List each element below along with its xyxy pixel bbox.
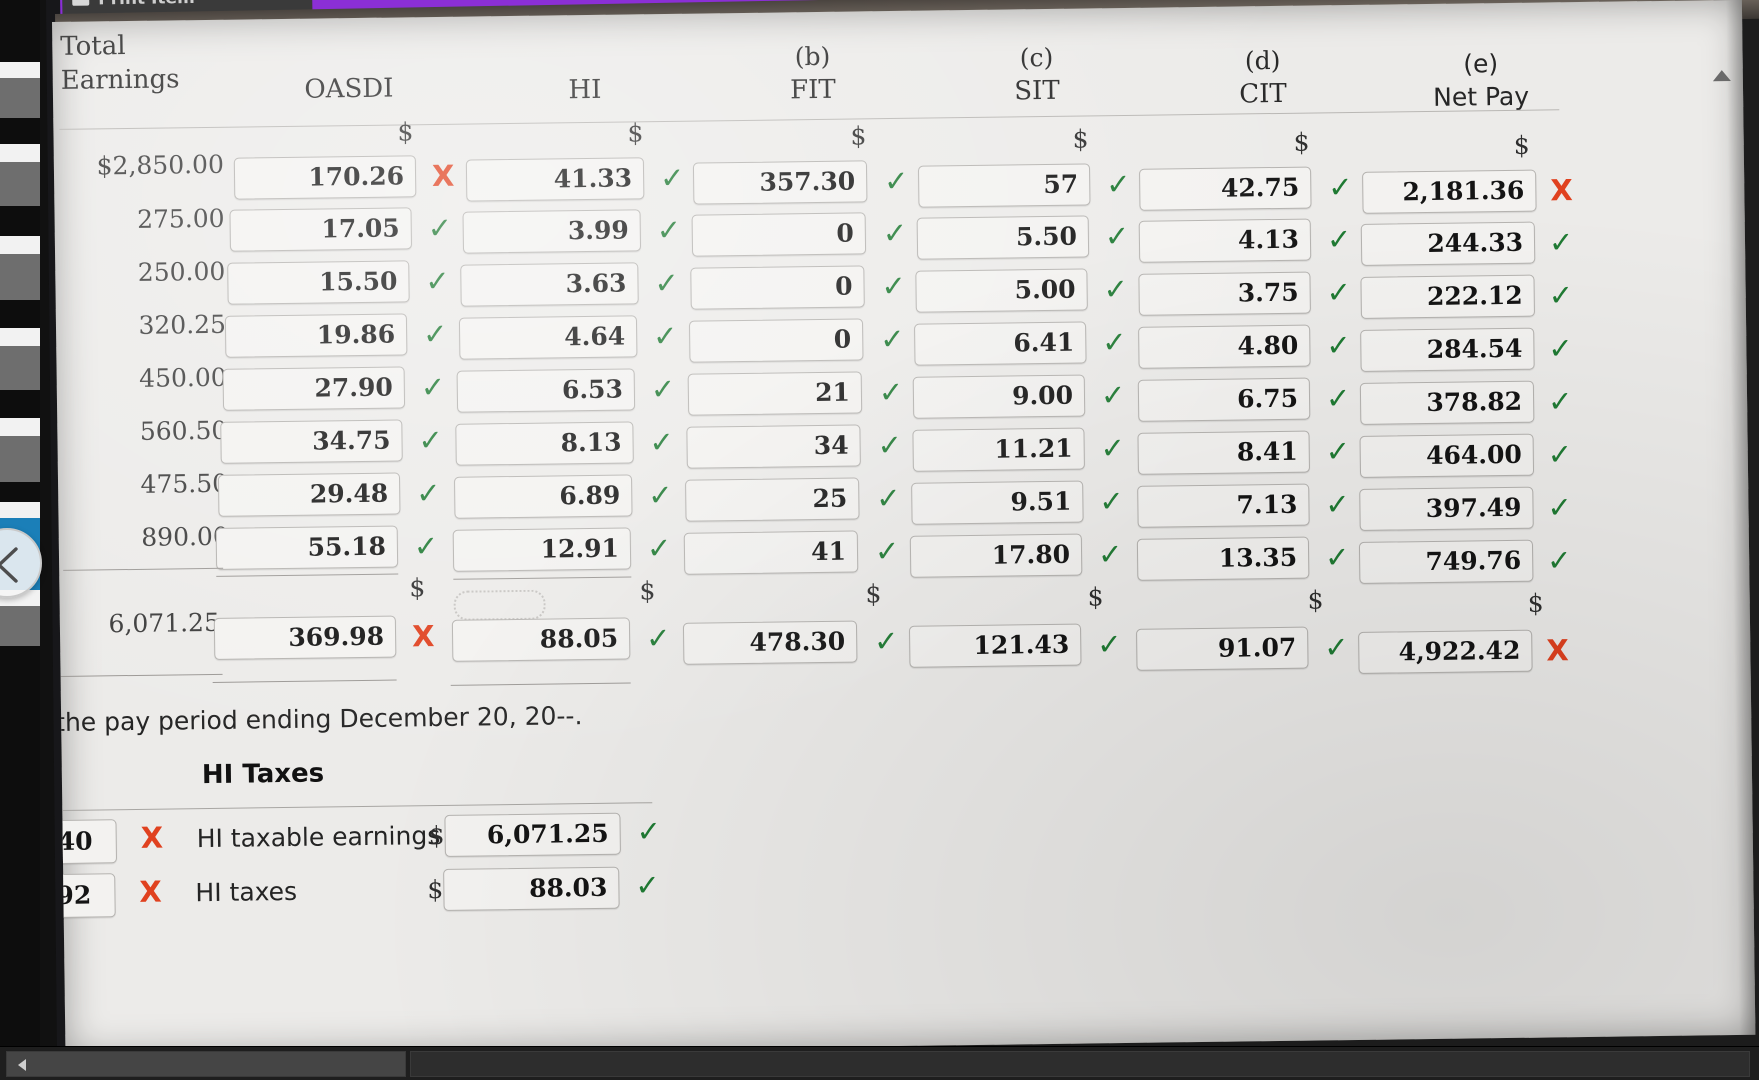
status-mark-hi-taxable-earnings: ✓ [636, 814, 662, 849]
input-hi-total[interactable]: 88.05 [451, 617, 631, 662]
hi-taxes-row: 92 X HI taxes $ 88.03 ✓ [52, 866, 660, 922]
currency-symbol-hi-taxes: $ [427, 874, 444, 905]
input-net-pay[interactable]: 749.76 [1358, 539, 1534, 584]
input-hi[interactable]: 12.91 [452, 527, 632, 572]
input-hi-taxes[interactable]: 88.03 [443, 866, 620, 911]
column-header-fit: (b) FIT [789, 41, 836, 106]
totals-rule-hi [450, 682, 631, 686]
status-mark-fit-total: ✓ [873, 623, 899, 659]
hi-taxable-earnings-row: 40 X HI taxable earnings $ 6,071.25 ✓ [52, 812, 661, 868]
status-mark-net-pay-total: X [1546, 633, 1569, 668]
input-hi-taxable-earnings[interactable]: 6,071.25 [444, 812, 621, 857]
input-net-pay-total[interactable]: 4,922.42 [1358, 629, 1533, 674]
row-total-earnings: 450.00 [138, 362, 227, 393]
hi-taxable-earnings-label: HI taxable earnings [196, 820, 441, 854]
column-header-cit: (d) CIT [1239, 45, 1287, 110]
totals-earnings: 6,071.25 [108, 607, 221, 639]
status-mark-hi-total: ✓ [645, 620, 671, 656]
column-header-hi: HI [568, 74, 602, 106]
input-oasdi-total[interactable]: 369.98 [213, 615, 397, 660]
status-mark-oasdi-total: X [411, 619, 435, 654]
subtotal-rule-oasdi [216, 573, 399, 577]
status-mark-sit: ✓ [1097, 537, 1123, 572]
hi-taxes-title: HI Taxes [201, 758, 325, 791]
taskbar-play-icon[interactable] [18, 1059, 26, 1071]
hi-taxes-label: HI taxes [195, 876, 298, 908]
input-cit-total[interactable]: 91.07 [1136, 626, 1309, 671]
pay-period-text: the pay period ending December 20, 20--. [54, 701, 583, 738]
input-cit[interactable]: 13.35 [1136, 536, 1310, 581]
status-mark-cit: ✓ [1324, 540, 1350, 575]
status-mark-oasdi: ✓ [420, 369, 446, 405]
column-header-total-earnings: Total Earnings [60, 31, 180, 96]
totals-rule-oasdi [212, 679, 397, 683]
column-header-oasdi: OASDI [304, 73, 394, 105]
status-mark-oasdi: ✓ [422, 316, 448, 352]
row-total-earnings: 475.50 [140, 468, 229, 499]
input-fit-total[interactable]: 478.30 [682, 620, 858, 665]
status-mark-fit: ✓ [874, 533, 900, 569]
input-fit[interactable]: 41 [683, 530, 859, 575]
status-mark-oasdi: ✓ [418, 422, 444, 458]
status-mark-hi-taxable-earnings-stub: X [140, 820, 164, 855]
worksheet-page: Total Earnings OASDI HI (b) FIT (c) SIT [52, 0, 1756, 1057]
column-header-sit: (c) SIT [1014, 42, 1060, 107]
status-mark-hi-taxes-stub: X [139, 874, 162, 909]
row-total-earnings: 275.00 [136, 203, 225, 234]
input-sit-total[interactable]: 121.43 [908, 623, 1082, 668]
browser-tab-label: Print Item [98, 0, 195, 9]
input-sit[interactable]: 17.80 [909, 533, 1083, 578]
status-mark-net-pay: ✓ [1546, 543, 1572, 578]
subtotal-rule-earnings [63, 567, 224, 571]
status-mark-sit-total: ✓ [1097, 627, 1122, 662]
status-mark-oasdi: ✓ [413, 528, 439, 564]
status-mark-oasdi: ✓ [427, 210, 453, 246]
hi-taxes-divider [52, 802, 653, 812]
taskbar-item-active[interactable] [6, 1051, 406, 1077]
row-total-earnings: 250.00 [137, 256, 226, 287]
screen-photo: Print Item Total Earnings OASDI HI (b) F… [0, 0, 1759, 1080]
table-totals-row: 6,071.25 369.98 X 88.05 ✓ 478.30 ✓ 121.4… [60, 576, 1751, 674]
status-mark-hi-taxes: ✓ [635, 868, 660, 903]
row-total-earnings: 890.00 [141, 521, 229, 552]
status-mark-oasdi: ✓ [415, 475, 441, 511]
row-total-earnings: $2,850.00 [96, 149, 225, 181]
status-mark-oasdi: ✓ [425, 263, 450, 299]
favicon-icon [72, 0, 90, 6]
status-mark-oasdi: X [431, 158, 455, 194]
input-oasdi[interactable]: 55.18 [215, 525, 399, 570]
status-mark-hi: ✓ [646, 530, 672, 566]
status-mark-cit-total: ✓ [1324, 630, 1349, 665]
chevron-left-icon [0, 547, 18, 583]
os-taskbar [0, 1046, 1759, 1080]
currency-symbol-hi-taxable-earnings: $ [428, 820, 445, 851]
row-total-earnings: 560.50 [139, 415, 228, 446]
column-header-net-pay: (e) Net Pay [1432, 49, 1530, 112]
subtotal-rule-hi [453, 576, 632, 580]
row-total-earnings: 320.25 [138, 309, 227, 340]
totals-rule-earnings [60, 673, 223, 677]
taskbar-item[interactable] [410, 1051, 1750, 1077]
